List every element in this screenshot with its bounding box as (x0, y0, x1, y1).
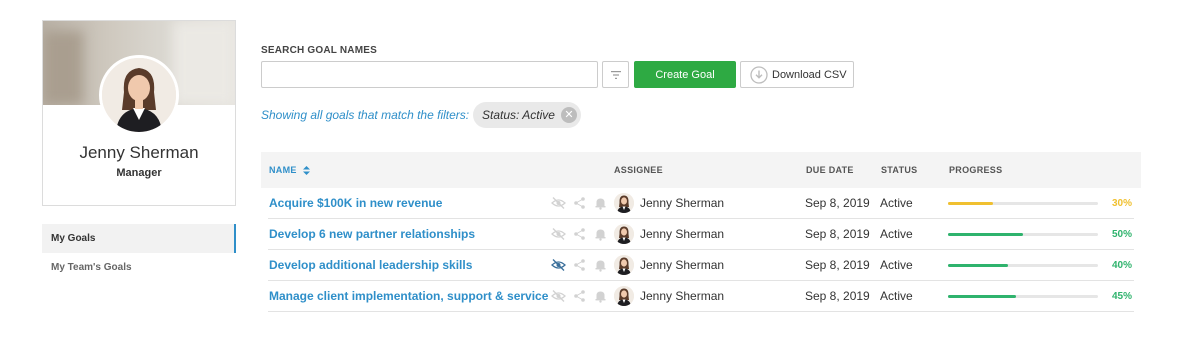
hidden-eye-icon[interactable] (551, 289, 566, 303)
progress-bar (948, 202, 1098, 205)
hidden-eye-icon[interactable] (551, 227, 566, 241)
goal-name-link[interactable]: Develop additional leadership skills (269, 250, 472, 281)
share-icon[interactable] (572, 196, 587, 210)
create-goal-button[interactable]: Create Goal (634, 61, 736, 88)
goal-name-link[interactable]: Develop 6 new partner relationships (269, 219, 475, 250)
progress-bar-fill (948, 264, 1008, 267)
status-text: Active (880, 258, 913, 272)
filter-chip-status: Status: Active ✕ (473, 102, 581, 128)
status-text: Active (880, 196, 913, 210)
bell-icon[interactable] (593, 258, 608, 272)
profile-avatar (99, 55, 179, 135)
assignee-name: Jenny Sherman (640, 289, 725, 303)
avatar (614, 193, 634, 213)
download-csv-button[interactable]: Download CSV (740, 61, 854, 88)
progress-percent: 40% (1111, 260, 1132, 271)
column-header-assignee: ASSIGNEE (614, 165, 663, 175)
filter-button[interactable] (602, 61, 629, 88)
goals-table-header: NAME ASSIGNEE DUE DATE STATUS PROGRESS (261, 152, 1141, 188)
bell-icon[interactable] (593, 196, 608, 210)
filter-chip-label: Status: Active (482, 108, 555, 122)
progress-percent: 30% (1111, 198, 1132, 209)
assignee-name: Jenny Sherman (640, 227, 725, 241)
nav-item-my-goals[interactable]: My Goals (42, 224, 236, 253)
profile-role: Manager (116, 167, 162, 179)
table-row: Develop 6 new partner relationships Jenn… (268, 219, 1134, 250)
hidden-eye-icon[interactable] (551, 258, 566, 272)
avatar (614, 224, 634, 244)
status-text: Active (880, 227, 913, 241)
column-header-progress: PROGRESS (949, 165, 1003, 175)
nav-item-my-teams-goals[interactable]: My Team's Goals (42, 253, 236, 282)
due-date: Sep 8, 2019 (805, 227, 870, 241)
progress-bar (948, 295, 1098, 298)
progress-bar-fill (948, 233, 1023, 236)
column-header-status: STATUS (881, 165, 918, 175)
profile-name: Jenny Sherman (79, 143, 199, 162)
side-nav: My Goals My Team's Goals (42, 224, 236, 282)
download-icon (750, 65, 768, 84)
assignee-name: Jenny Sherman (640, 258, 725, 272)
due-date: Sep 8, 2019 (805, 289, 870, 303)
column-header-name[interactable]: NAME (269, 152, 310, 188)
download-csv-label: Download CSV (772, 68, 847, 81)
sort-icon (302, 166, 310, 176)
progress-bar-fill (948, 295, 1016, 298)
progress-bar (948, 264, 1098, 267)
share-icon[interactable] (572, 227, 587, 241)
bell-icon[interactable] (593, 227, 608, 241)
assignee-cell[interactable]: Jenny Sherman (614, 255, 724, 275)
bell-icon[interactable] (593, 289, 608, 303)
hidden-eye-icon[interactable] (551, 196, 566, 210)
assignee-cell[interactable]: Jenny Sherman (614, 224, 724, 244)
search-input[interactable] (261, 61, 598, 88)
progress-percent: 50% (1111, 229, 1132, 240)
progress-bar-fill (948, 202, 993, 205)
due-date: Sep 8, 2019 (805, 258, 870, 272)
goal-name-link[interactable]: Manage client implementation, support & … (269, 281, 548, 312)
status-text: Active (880, 289, 913, 303)
filters-summary: Showing all goals that match the filters… (261, 108, 470, 122)
filter-icon (610, 70, 621, 79)
remove-filter-icon[interactable]: ✕ (560, 107, 577, 123)
assignee-cell[interactable]: Jenny Sherman (614, 286, 724, 306)
column-header-due-date: DUE DATE (806, 165, 854, 175)
search-label: SEARCH GOAL NAMES (261, 45, 378, 56)
share-icon[interactable] (572, 289, 587, 303)
goals-table-body: Acquire $100K in new revenue Jenny Sherm… (261, 188, 1141, 312)
goal-name-link[interactable]: Acquire $100K in new revenue (269, 188, 442, 219)
column-header-name-label: NAME (269, 165, 297, 175)
table-row: Manage client implementation, support & … (268, 281, 1134, 312)
table-row: Acquire $100K in new revenue Jenny Sherm… (268, 188, 1134, 219)
assignee-name: Jenny Sherman (640, 196, 725, 210)
due-date: Sep 8, 2019 (805, 196, 870, 210)
avatar (614, 255, 634, 275)
profile-card: Jenny Sherman Manager (42, 20, 236, 206)
progress-bar (948, 233, 1098, 236)
assignee-cell[interactable]: Jenny Sherman (614, 193, 724, 213)
table-row: Develop additional leadership skills Jen… (268, 250, 1134, 281)
progress-percent: 45% (1111, 291, 1132, 302)
avatar (614, 286, 634, 306)
share-icon[interactable] (572, 258, 587, 272)
